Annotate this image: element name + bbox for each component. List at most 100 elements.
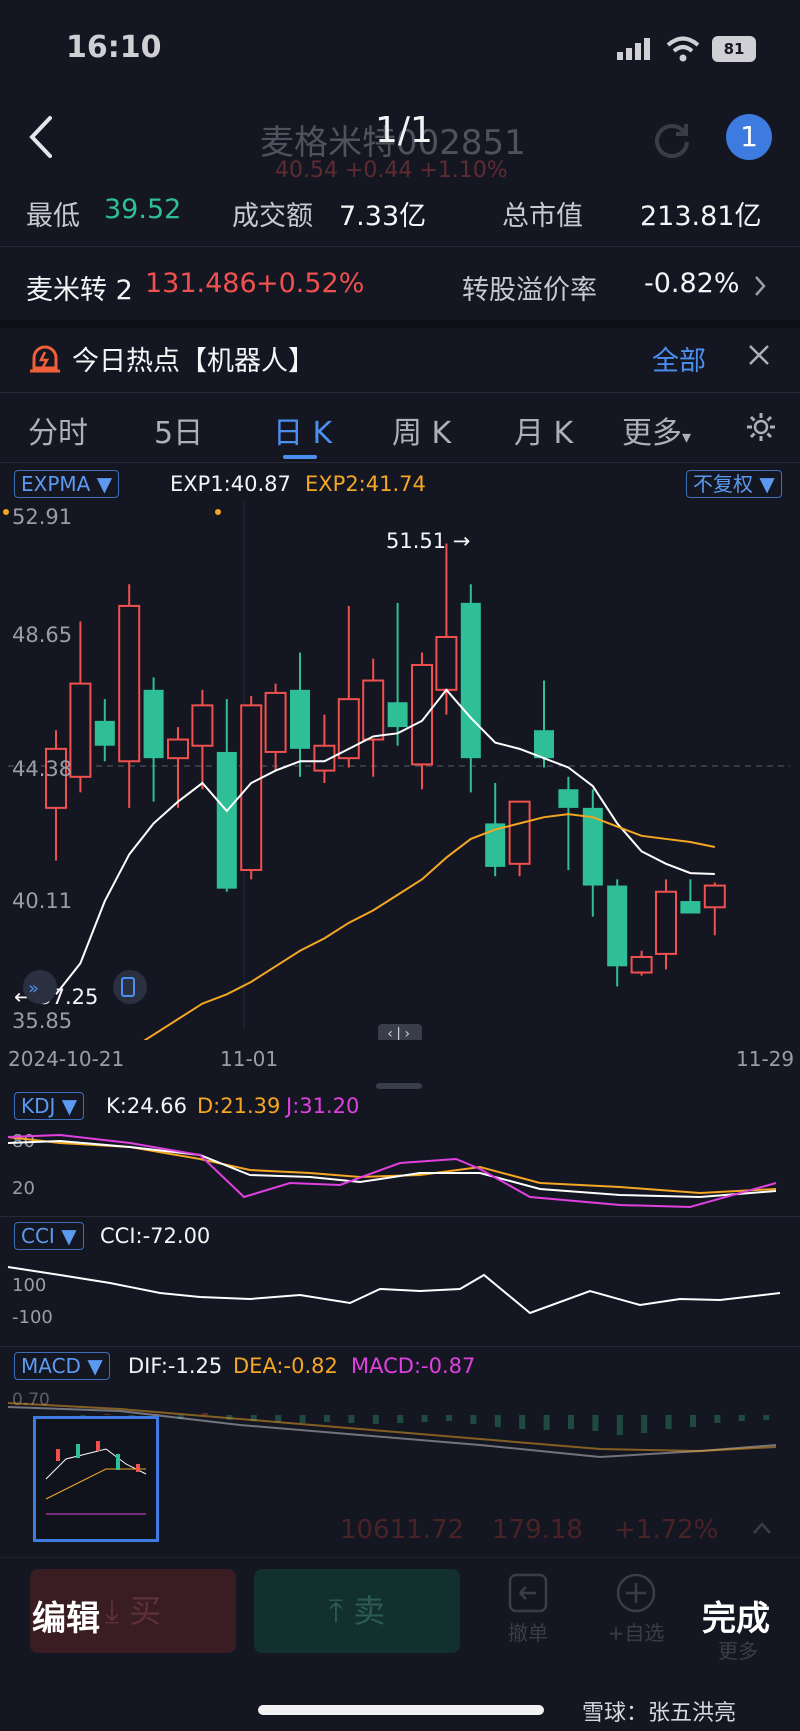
tab-weekly-k[interactable]: 周 K (392, 408, 451, 452)
caret-down-icon: ▾ (682, 427, 692, 448)
caret-down-icon: ▼ (61, 1094, 78, 1118)
candle (143, 677, 164, 802)
add-watchlist-button[interactable]: +自选 (596, 1573, 676, 1646)
hot-topic-label: 今日热点【机器人】 (72, 346, 315, 377)
candle (264, 683, 287, 771)
candle (630, 950, 653, 976)
premium-value: -0.82% (644, 268, 740, 299)
macd-bar (104, 1414, 111, 1415)
candlestick-chart[interactable]: 52.91 48.65 44.38 40.11 35.85 51.51 → ← … (0, 500, 800, 1040)
macd-bar (470, 1415, 477, 1424)
candle-body (460, 602, 481, 759)
sell-button[interactable]: ⤒ 卖 (254, 1569, 460, 1653)
macd-bar (494, 1415, 501, 1427)
candle-body (680, 901, 701, 914)
active-tab-underline (283, 455, 317, 459)
sell-label: 卖 (353, 1592, 386, 1630)
candle (508, 800, 531, 877)
rotate-icon[interactable] (113, 970, 147, 1004)
marker-dot (215, 509, 221, 515)
pane-resize-handle[interactable] (376, 1083, 422, 1089)
kdj-selector[interactable]: KDJ ▼ (14, 1092, 85, 1120)
fast-forward-icon[interactable]: » (23, 970, 57, 1004)
gear-icon[interactable] (744, 410, 778, 444)
tab-5day[interactable]: 5日 (154, 408, 203, 452)
macd-bar (763, 1415, 770, 1420)
macd-bar (421, 1415, 428, 1422)
page-indicator: 1/1 (375, 110, 433, 151)
edit-button[interactable]: 编辑 (32, 1591, 100, 1640)
tab-intraday[interactable]: 分时 (28, 408, 88, 452)
divider (0, 246, 800, 247)
candle-body (94, 720, 115, 746)
price-line: 40.54 +0.44 +1.10% (275, 158, 508, 183)
hot-topic-row[interactable]: 今日热点【机器人】 全部 (0, 320, 800, 390)
y-tick: 20 (12, 1178, 35, 1199)
notification-badge[interactable]: 1 (726, 114, 772, 160)
macd-bar (641, 1415, 648, 1433)
candle-body (191, 704, 214, 747)
turnover-label: 成交额 (232, 201, 313, 232)
macd-bar (202, 1413, 208, 1415)
macd-selector[interactable]: MACD ▼ (14, 1352, 110, 1380)
index-pct: +1.72% (614, 1515, 719, 1545)
cci-label: CCI (21, 1224, 55, 1248)
macd-bar (714, 1415, 721, 1423)
candle-body (387, 702, 408, 728)
cancel-order-button[interactable]: 撤单 (498, 1573, 558, 1646)
watermark: 雪球：张五洪亮 (582, 1701, 737, 1726)
macd-bar (446, 1415, 452, 1421)
candle-body (655, 890, 677, 955)
macd-bar (690, 1415, 696, 1427)
candle (362, 658, 385, 777)
macd-bar (299, 1415, 306, 1423)
macd-bar (616, 1415, 623, 1435)
cci-line (7, 1266, 781, 1315)
macd-bar (372, 1415, 379, 1424)
candle (216, 699, 237, 892)
y-tick: 35.85 (12, 1009, 72, 1033)
x-tick: 2024-10-21 (8, 1047, 125, 1071)
divider (0, 1216, 800, 1217)
candle-body (264, 691, 287, 753)
tab-monthly-k[interactable]: 月 K (514, 408, 573, 452)
y-tick: -100 (12, 1307, 53, 1328)
download-icon: ⤓ (104, 1592, 119, 1630)
index-change: 179.18 (492, 1515, 583, 1545)
macd-label: MACD (21, 1354, 81, 1378)
macd-bar (519, 1415, 526, 1429)
cci-selector[interactable]: CCI ▼ (14, 1222, 84, 1250)
close-icon[interactable] (746, 342, 772, 368)
tab-more[interactable]: 更多▾ (622, 408, 691, 452)
candle (240, 696, 263, 880)
candle-body (558, 789, 579, 808)
candle (290, 652, 310, 777)
cci-value: CCI:-72.00 (100, 1224, 211, 1248)
adjust-selector[interactable]: 不复权 ▼ (686, 470, 782, 498)
plus-circle-icon (616, 1573, 656, 1613)
expand-handle[interactable]: ‹|› (378, 1024, 422, 1040)
expma-selector[interactable]: EXPMA ▼ (14, 470, 120, 498)
svg-text:»: » (28, 978, 39, 999)
macd-macd: MACD:-0.87 (351, 1354, 476, 1378)
hot-all-link[interactable]: 全部 (652, 339, 706, 378)
candle (703, 882, 726, 936)
buy-label: 买 (129, 1592, 162, 1630)
undo-icon (508, 1573, 548, 1613)
candle-body (69, 682, 92, 778)
back-icon[interactable] (22, 112, 62, 162)
chart-thumbnail[interactable] (33, 1416, 159, 1542)
candle-body (534, 730, 554, 759)
candle (45, 730, 67, 861)
candle (655, 879, 677, 970)
chevron-up-icon[interactable] (752, 1520, 772, 1536)
tab-daily-k[interactable]: 日 K (273, 408, 332, 452)
candle-body (167, 738, 189, 760)
refresh-icon[interactable] (650, 118, 694, 162)
caret-down-icon: ▼ (61, 1224, 77, 1248)
candle-body (290, 689, 310, 749)
done-button[interactable]: 完成 (702, 1591, 770, 1640)
x-tick: 11-29 (736, 1047, 795, 1071)
macd-bar (738, 1415, 745, 1421)
thumbnail-preview (45, 1441, 147, 1515)
